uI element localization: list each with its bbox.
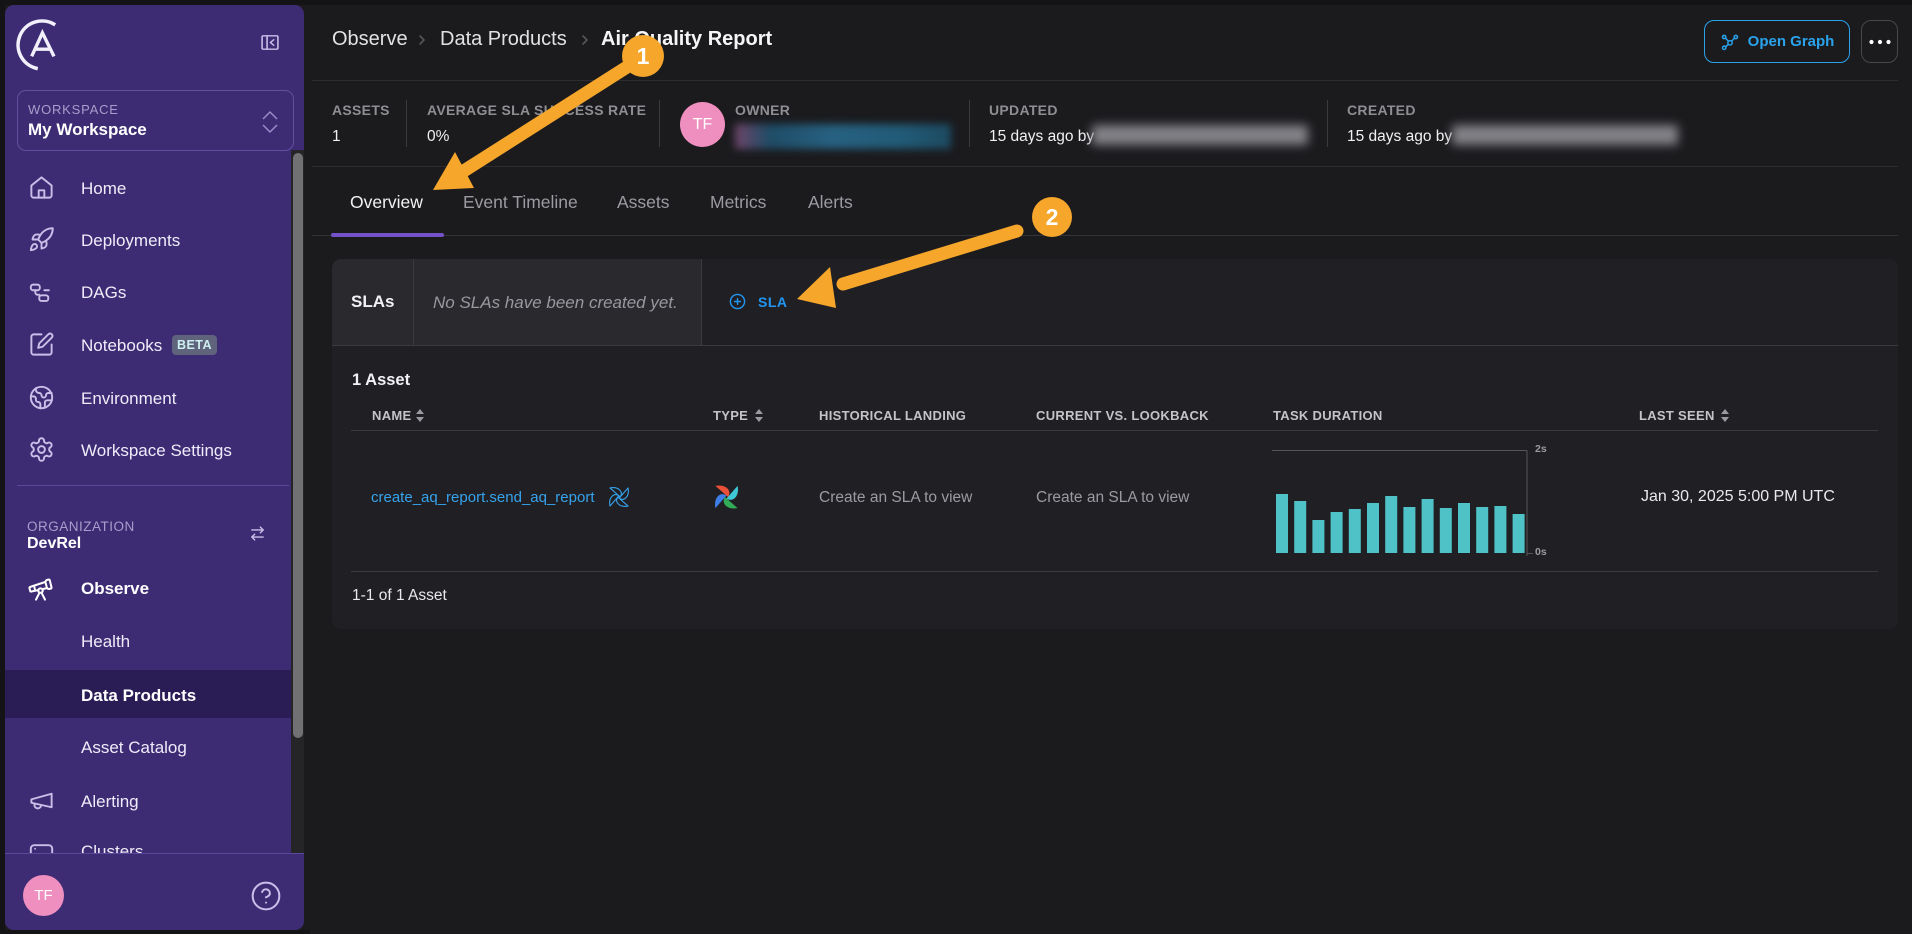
svg-text:2: 2 <box>1046 204 1059 230</box>
